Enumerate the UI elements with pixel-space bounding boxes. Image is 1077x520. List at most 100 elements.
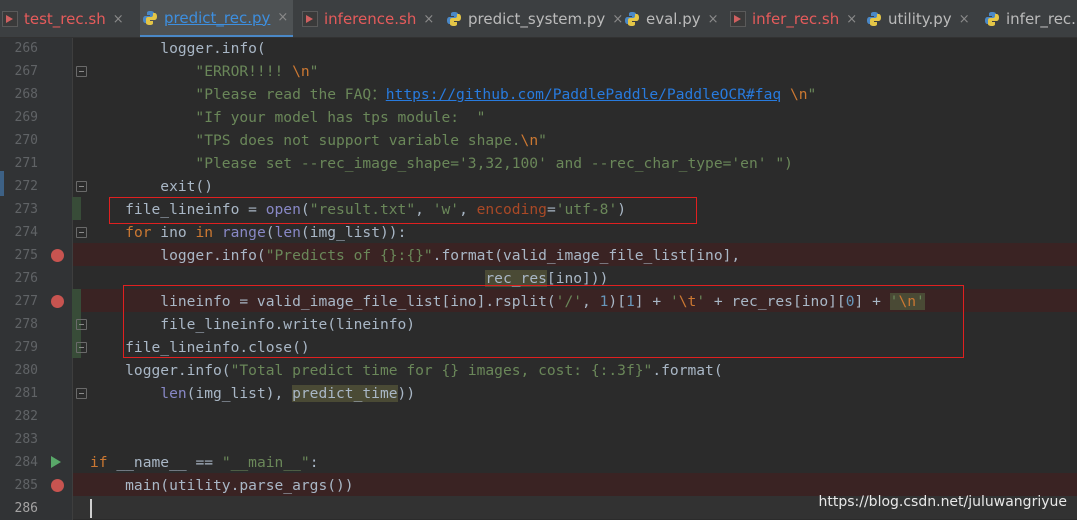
tab-predict-rec-py[interactable]: predict_rec.py × [140,0,293,37]
code-text: .format( [652,362,723,379]
keyword: for [125,224,152,241]
tab-label: utility.py [888,10,952,28]
close-icon[interactable]: × [113,12,124,27]
line-number: 273 [14,202,38,217]
tab-inference-sh[interactable]: inference.sh × [300,0,438,37]
keyword: in [195,224,214,241]
code-line[interactable]: "If your model has tps module: " [90,106,485,129]
code-text: exit() [90,178,214,195]
tab-predict-system-py[interactable]: predict_system.py × [444,0,623,37]
close-icon[interactable]: × [708,12,719,27]
string-literal: "__main__" [221,454,310,471]
code-text: logger.info( [90,362,231,379]
line-number: 266 [14,41,38,56]
string-literal: "Total predict time for {} images, cost:… [230,362,653,379]
line-number: 267 [14,64,38,79]
code-line[interactable]: exit() [90,175,213,198]
tab-label: predict_rec.py [164,8,271,27]
code-line[interactable]: len(img_list), predict_time)) [90,382,415,405]
code-line[interactable]: logger.info("Total predict time for {} i… [90,359,723,382]
editor-tab-bar: test_rec.sh × predict_rec.py × inference… [0,0,1077,38]
tab-label: predict_system.py [468,10,606,28]
fold-icon[interactable] [76,388,87,399]
tab-infer-rec-py[interactable]: infer_rec.py [982,0,1077,37]
line-number: 277 [14,294,38,309]
python-file-icon [143,10,157,25]
tab-eval-py[interactable]: eval.py × [622,0,722,37]
code-text: (img_list), [186,385,293,402]
escape-sequence: \n [520,132,539,149]
string-literal: " [309,63,319,80]
fold-icon[interactable] [76,342,87,353]
code-text: logger.info( [90,247,266,264]
line-number: 281 [14,386,38,401]
highlighted-identifier: predict_time [292,385,398,402]
builtin-name: len [160,385,187,402]
tab-label: infer_rec.sh [752,10,840,28]
close-icon[interactable]: × [277,10,288,25]
code-line[interactable]: "Please set --rec_image_shape='3,32,100'… [90,152,793,175]
breakpoint-icon[interactable] [51,295,64,308]
code-line[interactable]: if __name__ == "__main__": [90,451,318,474]
tab-utility-py[interactable]: utility.py × [864,0,976,37]
python-file-icon [867,12,881,26]
line-number: 272 [14,179,38,194]
string-literal: "Please read the FAQ： [90,86,386,103]
string-literal: " [538,132,547,149]
breakpoint-icon[interactable] [51,479,64,492]
shell-file-icon [302,11,318,27]
code-line[interactable]: "Please read the FAQ：https://github.com/… [90,83,816,106]
tab-infer-rec-sh[interactable]: infer_rec.sh × [728,0,858,37]
annotation-box [109,197,697,224]
tab-label: eval.py [646,10,701,28]
run-icon[interactable] [51,456,61,468]
watermark-text: https://blog.csdn.net/juluwangriyue [818,494,1068,510]
code-line[interactable]: logger.info("Predicts of {}:{}".format(v… [90,244,740,267]
text-caret [90,499,92,518]
line-number: 271 [14,156,38,171]
fold-icon[interactable] [76,319,87,330]
string-literal: "ERROR!!!! [90,63,293,80]
close-icon[interactable]: × [846,12,857,27]
code-line[interactable]: "ERROR!!!! \n" [90,60,318,83]
code-text: __name__ == [107,454,222,471]
fold-icon[interactable] [76,227,87,238]
line-number: 286 [14,501,38,516]
fold-icon[interactable] [76,66,87,77]
escape-sequence: \n [292,63,310,80]
keyword: if [90,454,108,471]
code-text: ino [151,224,196,241]
vcs-change-marker [72,197,81,220]
tab-label: inference.sh [324,10,417,28]
line-number: 279 [14,340,38,355]
code-text: )) [397,385,416,402]
code-line[interactable]: main(utility.parse_args()) [90,474,353,497]
code-text: logger.info( [90,40,266,57]
close-icon[interactable]: × [423,12,434,27]
line-number: 276 [14,271,38,286]
code-line[interactable]: "TPS does not support variable shape.\n" [90,129,547,152]
string-literal: " [807,86,817,103]
code-line[interactable]: logger.info( [90,37,266,60]
close-icon[interactable]: × [959,12,970,27]
tab-label: test_rec.sh [24,10,106,28]
line-number: 274 [14,225,38,240]
string-literal: "If your model has tps module: " [90,109,486,126]
string-literal: "TPS does not support variable shape. [90,132,521,149]
python-file-icon [985,12,999,26]
fold-icon[interactable] [76,181,87,192]
breakpoint-icon[interactable] [51,249,64,262]
shell-file-icon [730,11,746,27]
code-text: (img_list)): [300,224,407,241]
string-literal: ") [775,155,793,172]
string-literal: "Predicts of {}:{}" [265,247,433,264]
line-number: 282 [14,409,38,424]
builtin-name: range [221,224,266,241]
line-number: 280 [14,363,38,378]
line-number: 270 [14,133,38,148]
faq-link[interactable]: https://github.com/PaddlePaddle/PaddleOC… [386,86,781,103]
code-line[interactable]: for ino in range(len(img_list)): [90,221,406,244]
tab-test-rec-sh[interactable]: test_rec.sh × [0,0,136,37]
